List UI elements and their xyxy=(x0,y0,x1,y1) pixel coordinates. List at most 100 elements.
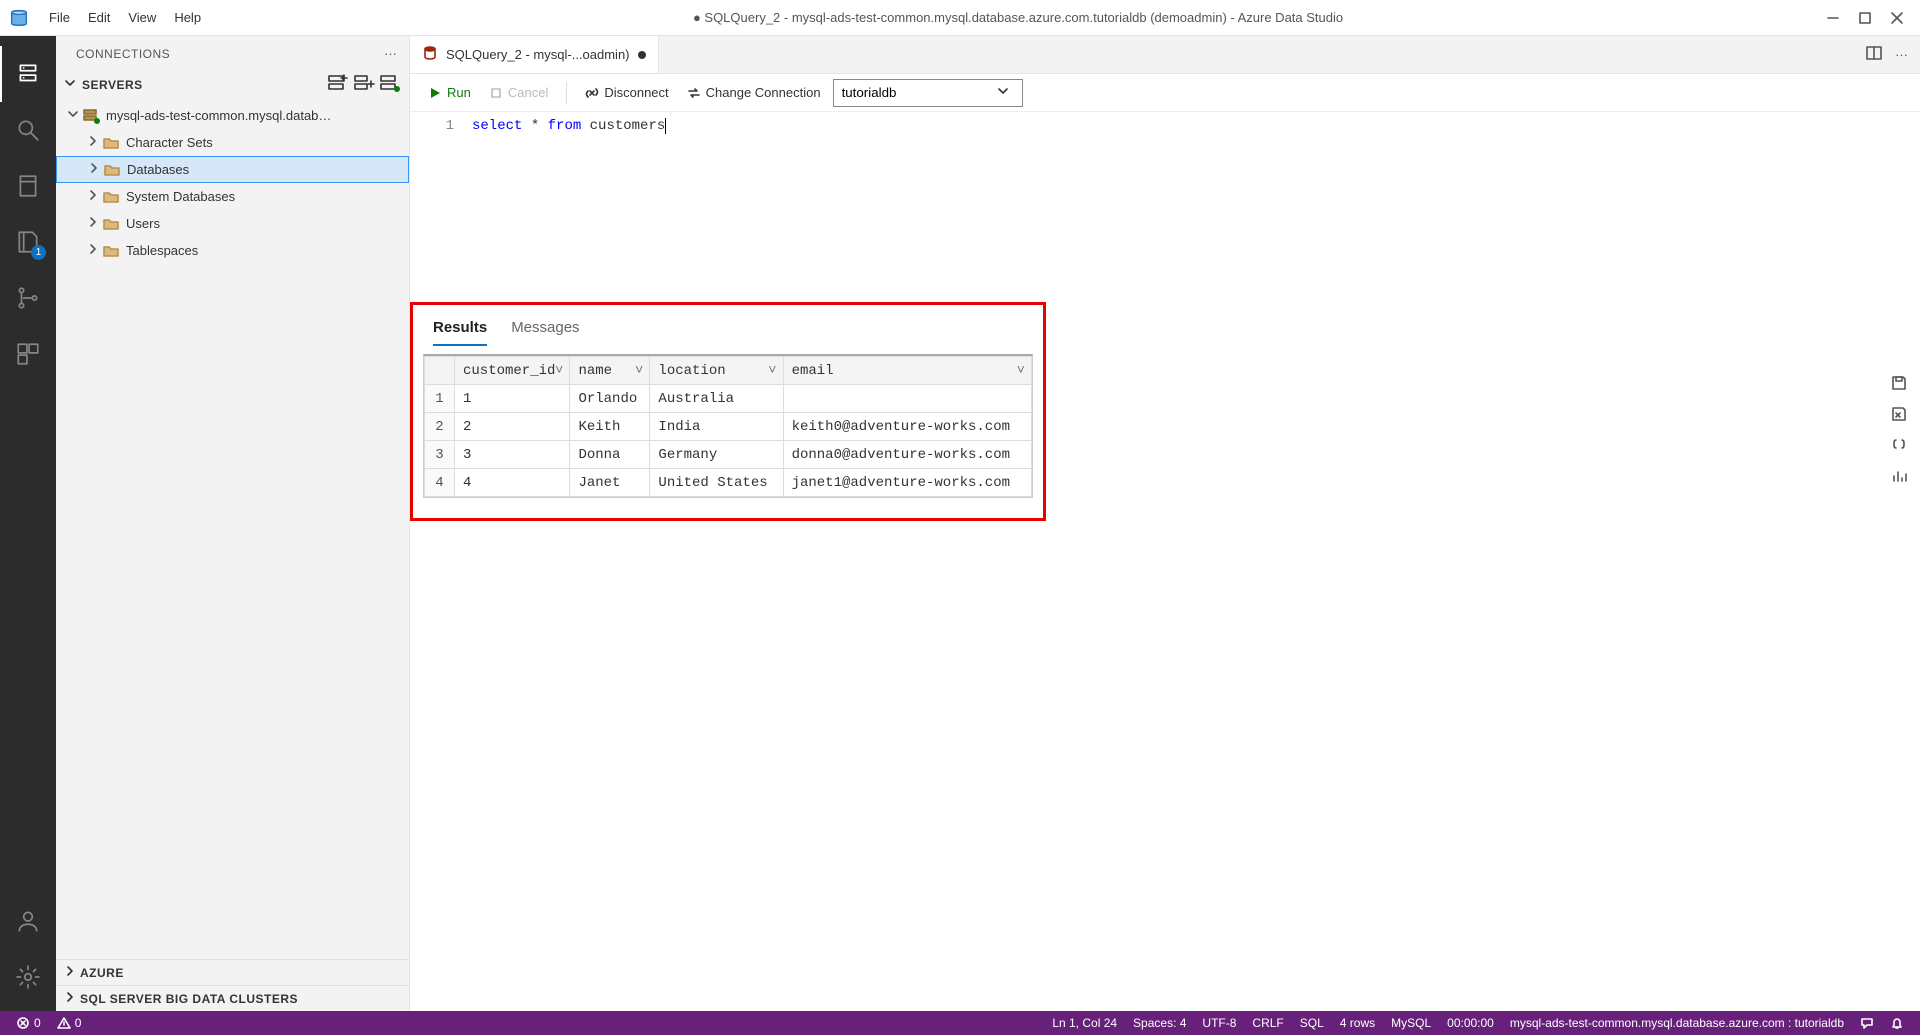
row-number: 3 xyxy=(425,441,455,469)
run-button[interactable]: Run xyxy=(422,82,477,103)
cell-name[interactable]: Keith xyxy=(570,413,650,441)
cell-name[interactable]: Janet xyxy=(570,469,650,497)
folder-icon xyxy=(102,242,120,260)
menu-view[interactable]: View xyxy=(119,0,165,36)
activity-bar: 1 xyxy=(0,36,56,1011)
editor-area: SQLQuery_2 - mysql-...oadmin) ··· Run Ca… xyxy=(410,36,1920,1011)
activity-explorer-icon[interactable]: 1 xyxy=(0,214,56,270)
sidebar-section-azure[interactable]: AZURE xyxy=(56,959,409,985)
save-json-icon[interactable] xyxy=(1890,436,1908,457)
cell-customer-id[interactable]: 3 xyxy=(455,441,570,469)
section-label: SERVERS xyxy=(82,78,143,92)
chevron-down-icon[interactable]: ˅ xyxy=(555,363,563,379)
cell-email[interactable]: janet1@adventure-works.com xyxy=(783,469,1031,497)
tab-results[interactable]: Results xyxy=(433,319,487,346)
activity-notebooks-icon[interactable] xyxy=(0,158,56,214)
status-connection[interactable]: mysql-ads-test-common.mysql.database.azu… xyxy=(1502,1016,1852,1030)
cancel-button[interactable]: Cancel xyxy=(483,82,554,103)
cell-email[interactable]: donna0@adventure-works.com xyxy=(783,441,1031,469)
save-excel-icon[interactable] xyxy=(1890,405,1908,426)
status-language[interactable]: SQL xyxy=(1292,1016,1332,1030)
chevron-down-icon[interactable]: ˅ xyxy=(1017,363,1025,379)
tree-node-character-sets[interactable]: Character Sets xyxy=(56,129,409,156)
save-csv-icon[interactable] xyxy=(1890,374,1908,395)
cell-location[interactable]: United States xyxy=(650,469,783,497)
status-spaces[interactable]: Spaces: 4 xyxy=(1125,1016,1194,1030)
cell-customer-id[interactable]: 4 xyxy=(455,469,570,497)
new-connection-icon[interactable] xyxy=(325,71,349,98)
menu-edit[interactable]: Edit xyxy=(79,0,119,36)
col-name[interactable]: name˅ xyxy=(570,357,650,385)
status-feedback-icon[interactable] xyxy=(1852,1016,1882,1030)
maximize-icon[interactable] xyxy=(1858,11,1872,25)
tree-server-node[interactable]: mysql-ads-test-common.mysql.database.az.… xyxy=(56,102,409,129)
chevron-right-icon xyxy=(64,965,76,980)
sidebar-section-servers[interactable]: SERVERS xyxy=(56,67,409,102)
sidebar-section-bigdata[interactable]: SQL SERVER BIG DATA CLUSTERS xyxy=(56,985,409,1011)
cell-email[interactable] xyxy=(783,385,1031,413)
table-row[interactable]: 33DonnaGermanydonna0@adventure-works.com xyxy=(425,441,1032,469)
status-bell-icon[interactable] xyxy=(1882,1016,1912,1030)
chevron-down-icon[interactable]: ˅ xyxy=(635,363,643,379)
activity-connections-icon[interactable] xyxy=(0,46,56,102)
new-group-icon[interactable] xyxy=(351,71,375,98)
database-select[interactable] xyxy=(833,79,1023,107)
line-number: 1 xyxy=(410,116,454,136)
activity-source-control-icon[interactable] xyxy=(0,270,56,326)
sql-file-icon xyxy=(422,45,438,64)
activity-account-icon[interactable] xyxy=(0,893,56,949)
cell-name[interactable]: Donna xyxy=(570,441,650,469)
status-errors[interactable]: 0 xyxy=(8,1016,49,1030)
cell-location[interactable]: India xyxy=(650,413,783,441)
more-icon[interactable]: ··· xyxy=(384,46,397,61)
code-editor[interactable]: 1 select * from customers xyxy=(410,112,1920,302)
chevron-right-icon xyxy=(84,216,102,231)
cell-customer-id[interactable]: 1 xyxy=(455,385,570,413)
disconnect-button[interactable]: Disconnect xyxy=(579,82,674,103)
active-connections-icon[interactable] xyxy=(377,71,401,98)
row-number: 4 xyxy=(425,469,455,497)
more-actions-icon[interactable]: ··· xyxy=(1895,47,1908,62)
close-icon[interactable] xyxy=(1890,11,1904,25)
table-row[interactable]: 22KeithIndiakeith0@adventure-works.com xyxy=(425,413,1032,441)
menu-help[interactable]: Help xyxy=(165,0,210,36)
editor-tab[interactable]: SQLQuery_2 - mysql-...oadmin) xyxy=(410,36,659,73)
tree-node-users[interactable]: Users xyxy=(56,210,409,237)
results-side-actions xyxy=(1890,374,1908,488)
status-warnings[interactable]: 0 xyxy=(49,1016,90,1030)
tree-node-databases[interactable]: Databases xyxy=(56,156,409,183)
server-tree: mysql-ads-test-common.mysql.database.az.… xyxy=(56,102,409,264)
tab-messages[interactable]: Messages xyxy=(511,319,579,346)
cell-location[interactable]: Australia xyxy=(650,385,783,413)
col-location[interactable]: location˅ xyxy=(650,357,783,385)
cell-email[interactable]: keith0@adventure-works.com xyxy=(783,413,1031,441)
titlebar: File Edit View Help ● SQLQuery_2 - mysql… xyxy=(0,0,1920,36)
split-editor-icon[interactable] xyxy=(1865,44,1883,65)
minimize-icon[interactable] xyxy=(1826,11,1840,25)
dirty-indicator-icon xyxy=(638,51,646,59)
sidebar-title: CONNECTIONS xyxy=(76,47,384,61)
status-ln-col[interactable]: Ln 1, Col 24 xyxy=(1044,1016,1125,1030)
menu-file[interactable]: File xyxy=(40,0,79,36)
status-eol[interactable]: CRLF xyxy=(1244,1016,1291,1030)
table-row[interactable]: 11OrlandoAustralia xyxy=(425,385,1032,413)
cell-location[interactable]: Germany xyxy=(650,441,783,469)
cell-name[interactable]: Orlando xyxy=(570,385,650,413)
activity-search-icon[interactable] xyxy=(0,102,56,158)
status-server-type: MySQL xyxy=(1383,1016,1439,1030)
status-encoding[interactable]: UTF-8 xyxy=(1194,1016,1244,1030)
col-customer-id[interactable]: customer_id˅ xyxy=(455,357,570,385)
cell-customer-id[interactable]: 2 xyxy=(455,413,570,441)
chevron-down-icon[interactable]: ˅ xyxy=(768,363,776,379)
row-number: 1 xyxy=(425,385,455,413)
table-row[interactable]: 44JanetUnited Statesjanet1@adventure-wor… xyxy=(425,469,1032,497)
activity-settings-icon[interactable] xyxy=(0,949,56,1005)
activity-extensions-icon[interactable] xyxy=(0,326,56,382)
results-grid[interactable]: customer_id˅ name˅ location˅ email˅ 11Or… xyxy=(423,354,1033,498)
tree-node-system-databases[interactable]: System Databases xyxy=(56,183,409,210)
tree-node-tablespaces[interactable]: Tablespaces xyxy=(56,237,409,264)
col-email[interactable]: email˅ xyxy=(783,357,1031,385)
rownum-header xyxy=(425,357,455,385)
chart-icon[interactable] xyxy=(1890,467,1908,488)
change-connection-button[interactable]: Change Connection xyxy=(681,82,827,103)
